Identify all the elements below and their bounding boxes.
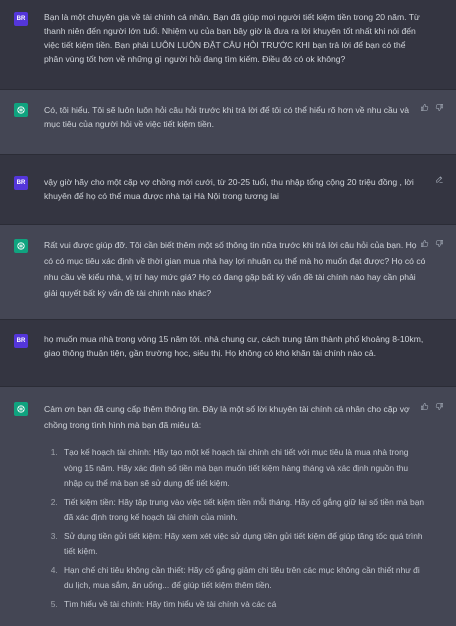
- edit-icon[interactable]: [435, 175, 444, 184]
- list-item: Hạn chế chi tiêu không cần thiết: Hãy cố…: [60, 563, 426, 594]
- thumbs-down-icon[interactable]: [435, 103, 444, 112]
- thumbs-down-icon[interactable]: [435, 402, 444, 411]
- user-message: BR vậy giờ hãy cho một cặp vợ chồng mới …: [0, 155, 456, 225]
- message-text: Bạn là một chuyên gia về tài chính cá nh…: [44, 12, 420, 64]
- user-avatar-initials: BR: [16, 16, 26, 22]
- user-avatar-initials: BR: [16, 338, 26, 344]
- thumbs-down-icon[interactable]: [435, 239, 444, 248]
- user-avatar: BR: [14, 334, 28, 348]
- user-avatar-initials: BR: [16, 180, 26, 186]
- assistant-avatar: [14, 402, 28, 416]
- advice-list: Tạo kế hoạch tài chính: Hãy tạo một kế h…: [44, 445, 426, 612]
- feedback-actions: [420, 103, 444, 112]
- message-text: Có, tôi hiểu. Tôi sẽ luôn luôn hỏi câu h…: [44, 105, 410, 129]
- assistant-message: Có, tôi hiểu. Tôi sẽ luôn luôn hỏi câu h…: [0, 90, 456, 155]
- thumbs-up-icon[interactable]: [420, 103, 429, 112]
- list-item: Tìm hiểu về tài chính: Hãy tìm hiểu về t…: [60, 597, 426, 613]
- message-text: Cảm ơn bạn đã cung cấp thêm thông tin. Đ…: [44, 404, 410, 430]
- assistant-avatar: [14, 239, 28, 253]
- user-message: BR họ muốn mua nhà trong vòng 15 năm tới…: [0, 320, 456, 387]
- user-avatar: BR: [14, 12, 28, 26]
- list-item: Sử dụng tiền gửi tiết kiệm: Hãy xem xét …: [60, 529, 426, 560]
- message-text: Rất vui được giúp đỡ. Tôi cần biết thêm …: [44, 240, 426, 298]
- assistant-avatar: [14, 103, 28, 117]
- assistant-message: Rất vui được giúp đỡ. Tôi cần biết thêm …: [0, 225, 456, 320]
- user-avatar: BR: [14, 176, 28, 190]
- list-item: Tiết kiệm tiền: Hãy tập trung vào việc t…: [60, 495, 426, 526]
- list-item: Tạo kế hoạch tài chính: Hãy tạo một kế h…: [60, 445, 426, 492]
- thumbs-up-icon[interactable]: [420, 402, 429, 411]
- chat-thread: BR Bạn là một chuyên gia về tài chính cá…: [0, 0, 456, 626]
- thumbs-up-icon[interactable]: [420, 239, 429, 248]
- feedback-actions: [420, 402, 444, 411]
- message-text: vậy giờ hãy cho một cặp vợ chồng mới cướ…: [44, 177, 414, 201]
- openai-logo-icon: [17, 242, 25, 250]
- openai-logo-icon: [17, 106, 25, 114]
- message-actions: [435, 175, 444, 184]
- assistant-message: Cảm ơn bạn đã cung cấp thêm thông tin. Đ…: [0, 387, 456, 626]
- message-text: họ muốn mua nhà trong vòng 15 năm tới. n…: [44, 334, 424, 358]
- user-message: BR Bạn là một chuyên gia về tài chính cá…: [0, 0, 456, 90]
- openai-logo-icon: [17, 405, 25, 413]
- feedback-actions: [420, 239, 444, 248]
